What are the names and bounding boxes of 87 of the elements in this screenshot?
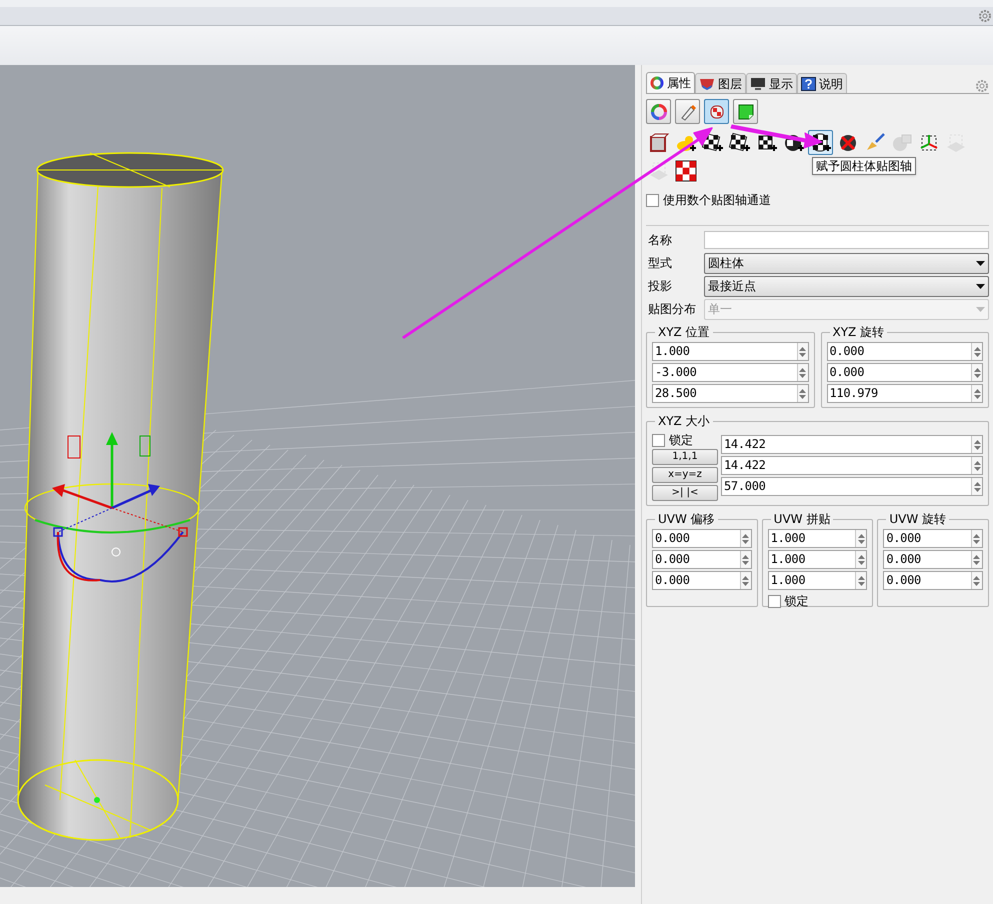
dropdown-caret-icon [976,306,985,312]
settings-icon[interactable] [975,79,989,93]
spin-buttons[interactable] [971,436,982,453]
size-preset-button[interactable]: >| |< [652,485,718,501]
spin-buttons[interactable] [971,457,982,474]
name-input[interactable] [704,231,989,249]
number-field[interactable]: 14.422 [721,435,983,454]
paint-tube-icon [678,102,696,120]
number-field[interactable]: 1.000 [768,550,868,569]
page-button[interactable] [733,99,758,124]
monitor-icon [750,76,766,90]
number-field[interactable]: 1.000 [652,342,808,361]
spin-buttons[interactable] [740,572,751,589]
checker-tile-icon [728,132,750,154]
number-field[interactable]: 0.000 [652,571,752,590]
checkbox-label: 使用数个贴图轴通道 [663,192,771,209]
spin-buttons[interactable] [971,385,982,402]
spin-buttons[interactable] [855,572,866,589]
spin-buttons[interactable] [855,551,866,568]
checker-square-icon [674,160,696,182]
spin-buttons[interactable] [740,530,751,547]
viewport[interactable] [0,65,635,887]
box-map-icon [648,132,670,154]
spin-buttons[interactable] [970,572,982,589]
dropdown[interactable]: 最接近点 [704,276,989,296]
sheet-icon [736,102,754,120]
size-preset-button[interactable]: 1,1,1 [652,449,718,465]
tooltip: 赋予圆柱体贴图轴 [812,157,916,175]
number-field[interactable]: 0.000 [652,550,752,569]
spin-buttons[interactable] [796,385,808,402]
panel-tab[interactable]: 说明 [797,73,847,93]
dropdown-caret-icon [976,284,985,288]
help-icon [801,76,816,90]
dropdown-caret-icon [976,260,985,266]
number-field[interactable]: 0.000 [652,529,752,548]
number-field[interactable]: 0.000 [883,571,983,590]
page-button[interactable] [704,99,729,124]
size-preset-button[interactable]: x=y=z [652,467,718,483]
panel-tab[interactable]: 属性 [646,72,695,93]
group-title: UVW 旋转 [886,512,949,527]
field-label: 投影 [647,278,673,295]
spin-buttons[interactable] [855,530,866,547]
field-label: 名称 [647,232,673,249]
checker-roll-icon [708,102,726,120]
checkbox[interactable] [652,434,665,446]
color-wheel-icon [650,102,668,120]
number-field[interactable]: 0.000 [826,342,983,361]
spin-buttons[interactable] [970,530,982,547]
spin-buttons[interactable] [970,551,982,568]
spin-buttons[interactable] [796,364,808,381]
number-field[interactable]: 28.500 [652,384,808,403]
group-title: XYZ 大小 [655,414,713,429]
layers-icon [699,76,715,90]
spin-buttons[interactable] [971,343,982,360]
sphere-panel-icon [890,132,912,154]
plane-icon [648,160,670,182]
number-field[interactable]: 110.979 [826,384,983,403]
spin-buttons[interactable] [971,478,982,495]
field-label: 型式 [647,255,673,272]
number-field[interactable]: 57.000 [721,477,983,496]
group-title: XYZ 旋转 [830,325,888,340]
number-field[interactable]: -3.000 [652,363,808,382]
panel-tab[interactable]: 显示 [746,73,797,93]
color-wheel-icon [650,76,664,90]
panel-tab[interactable]: 图层 [695,73,746,93]
group-title: UVW 拼贴 [770,512,834,527]
spin-buttons[interactable] [971,364,982,381]
dropdown[interactable]: 圆柱体 [704,252,989,274]
field-label: 贴图分布 [647,301,697,318]
checkbox[interactable] [646,194,659,206]
checkbox-label: 锁定 [784,593,809,610]
number-field[interactable]: 1.000 [768,571,868,590]
number-field[interactable]: 0.000 [826,363,983,382]
number-field[interactable]: 1.000 [768,529,868,548]
spin-buttons[interactable] [740,551,751,568]
group-title: UVW 偏移 [655,512,718,527]
spin-buttons[interactable] [796,343,808,360]
number-field[interactable]: 14.422 [721,456,983,475]
number-field[interactable]: 0.000 [883,529,983,548]
checkbox[interactable] [768,594,781,608]
group-title: XYZ 位置 [655,325,713,340]
number-field[interactable]: 0.000 [883,550,983,569]
page-button[interactable] [675,99,700,124]
settings-icon[interactable] [978,9,992,23]
tool-button[interactable] [673,158,698,183]
page-button[interactable] [646,99,671,124]
checkbox-label: 锁定 [669,432,693,449]
